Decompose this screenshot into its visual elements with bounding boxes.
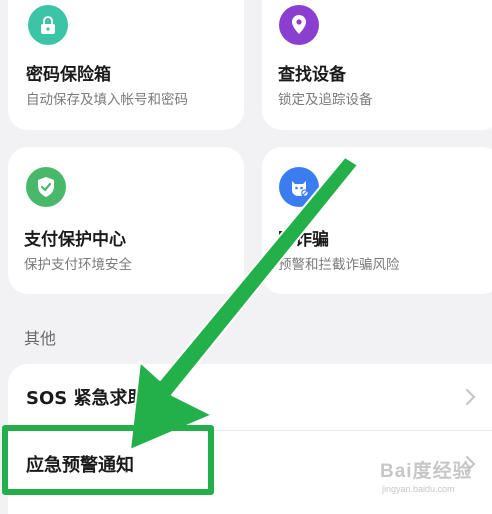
watermark-url: jingyan.baidu.com	[382, 484, 455, 494]
annotation-highlight-box	[2, 425, 214, 495]
watermark-text: Bai度经验	[380, 461, 473, 482]
baidu-jingyan-watermark: Bai度经验 jingyan.baidu.com	[368, 450, 492, 500]
